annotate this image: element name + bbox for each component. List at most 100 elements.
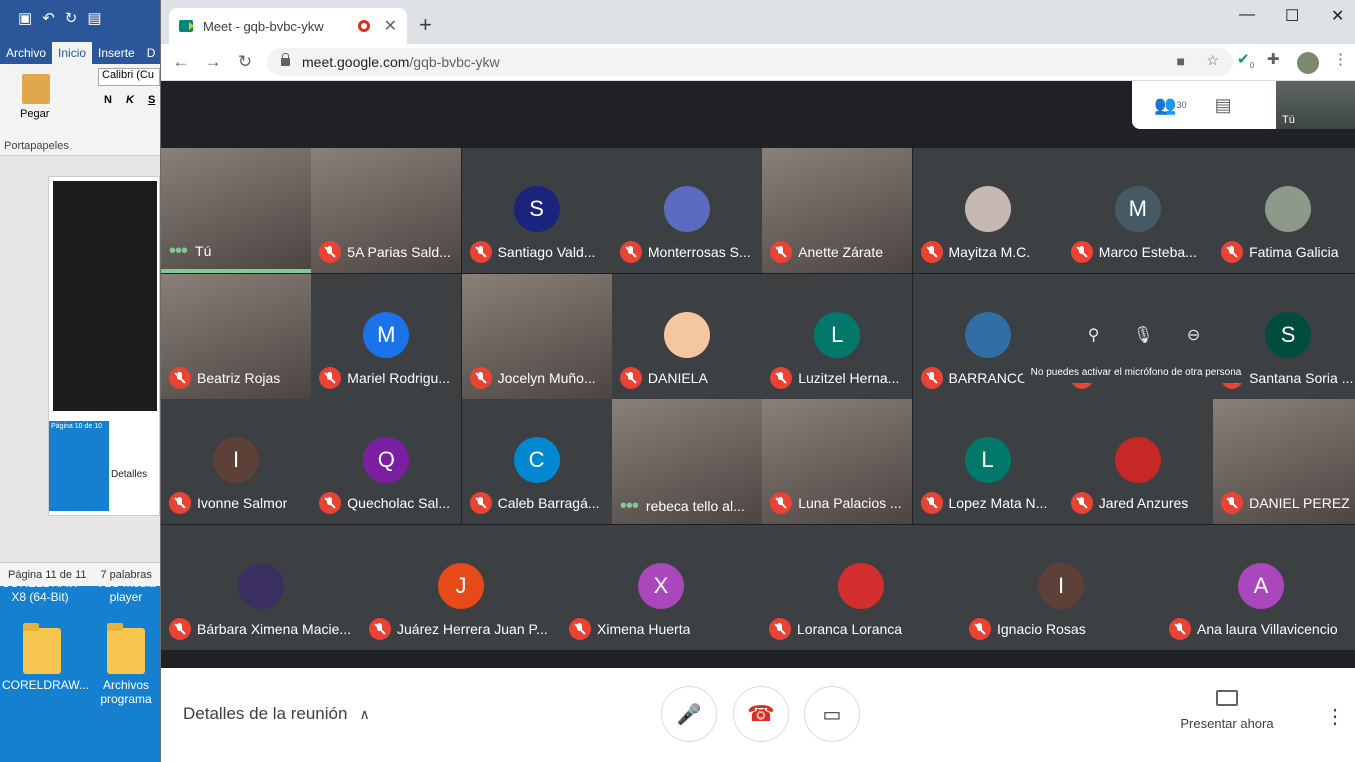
participant-tile[interactable]: I Ivonne Salmor xyxy=(161,399,311,524)
tab-insertar[interactable]: Inserte xyxy=(92,42,141,64)
people-button[interactable]: 👥 30 xyxy=(1154,95,1187,116)
reload-icon[interactable]: ↻ xyxy=(233,52,257,72)
participant-avatar: C xyxy=(513,437,560,483)
participant-name-tag: Fatima Galicia xyxy=(1221,241,1355,263)
participant-name-tag: ••• Tú xyxy=(169,243,303,259)
self-view-thumbnail[interactable]: Tú xyxy=(1276,81,1355,129)
pin-icon[interactable]: ⚲ xyxy=(1088,325,1100,345)
paste-icon[interactable] xyxy=(22,74,50,104)
undo-icon[interactable]: ↶ xyxy=(42,9,55,27)
tab-title: Meet - gqb-bvbc-ykw xyxy=(203,18,324,34)
desktop-icon-coreldraw[interactable]: CORELDRAW... xyxy=(2,623,89,692)
tab-archivo[interactable]: Archivo xyxy=(0,42,52,64)
clipboard-icon[interactable]: ▤ xyxy=(87,9,101,27)
camera-indicator-icon[interactable]: ■ xyxy=(1177,53,1185,69)
address-bar[interactable]: meet.google.com/gqb-bvbc-ykw ■ ☆ xyxy=(267,48,1233,76)
document-page[interactable]: Página 10 de 10 Detalles xyxy=(48,176,160,516)
participant-name-tag: Mariel Rodrigu... xyxy=(319,366,453,389)
participant-avatar: L xyxy=(964,437,1011,483)
participant-tile[interactable]: Mayitza M.C. xyxy=(912,148,1063,273)
microphone-button[interactable]: 🎤 xyxy=(661,686,717,742)
desktop-icon-label: Archivos programa xyxy=(100,678,152,706)
new-tab-button[interactable]: + xyxy=(419,12,432,38)
back-icon[interactable]: ← xyxy=(169,52,193,72)
participant-name-tag: Ignacio Rosas xyxy=(969,617,1153,640)
participant-tile[interactable]: Luna Palacios ... xyxy=(762,399,913,524)
participant-name-tag: Loranca Loranca xyxy=(769,617,953,640)
bold-button[interactable]: N xyxy=(104,94,112,106)
camera-button[interactable]: ▭ xyxy=(804,686,860,742)
font-name-field[interactable]: Calibri (Cu xyxy=(98,68,160,86)
participant-tile[interactable]: Beatriz Rojas xyxy=(161,273,311,399)
muted-mic-icon xyxy=(1070,492,1093,514)
muted-mic-icon xyxy=(770,241,793,263)
participant-name: Jocelyn Muño... xyxy=(497,369,596,386)
participant-tile[interactable]: L Luzitzel Herna... xyxy=(762,273,913,399)
italic-button[interactable]: K xyxy=(126,94,134,106)
minimize-button[interactable]: — xyxy=(1239,6,1255,24)
participant-tile[interactable]: DANIEL PEREZ xyxy=(1213,399,1355,524)
participant-tile[interactable]: Bárbara Ximena Macie... xyxy=(161,524,361,650)
participant-tile[interactable]: M Marco Esteba... xyxy=(1062,148,1213,273)
participant-avatar: L xyxy=(814,311,861,358)
participant-tile[interactable]: DANIELA xyxy=(611,273,762,399)
meeting-details-label: Detalles de la reunión xyxy=(183,704,348,723)
muted-mic-icon xyxy=(969,617,991,640)
participant-tile[interactable]: Jared Anzures xyxy=(1062,399,1213,524)
clipboard-group-label: Portapapeles xyxy=(4,140,69,152)
participant-tile[interactable]: J Juárez Herrera Juan P... xyxy=(361,524,561,650)
chat-icon[interactable]: ▤ xyxy=(1215,95,1232,116)
participant-tile[interactable]: L Lopez Mata N... xyxy=(912,399,1063,524)
participant-tile[interactable]: Jocelyn Muño... xyxy=(461,273,612,399)
participant-tile[interactable]: X Ximena Huerta xyxy=(561,524,761,650)
lock-icon[interactable] xyxy=(281,53,290,66)
muted-mic-icon xyxy=(469,366,492,389)
participant-name-tag: Jocelyn Muño... xyxy=(469,366,604,389)
inner-details-label: Detalles xyxy=(111,469,148,480)
tab-diseno[interactable]: D xyxy=(141,42,162,64)
participant-avatar: S xyxy=(513,186,560,232)
participant-tile[interactable]: Loranca Loranca xyxy=(761,524,961,650)
participant-tile[interactable]: ••• rebeca tello al... xyxy=(611,399,762,524)
mic-off-icon[interactable]: 🎙 xyxy=(1133,325,1153,345)
browser-tab-meet[interactable]: Meet - gqb-bvbc-ykw ✕ xyxy=(169,8,407,44)
desktop-icon-archivos[interactable]: Archivos programa xyxy=(86,623,166,706)
extension-shield-icon[interactable]: ✔0 xyxy=(1237,50,1254,70)
browser-menu-icon[interactable]: ⋮ xyxy=(1333,50,1348,68)
participant-tile[interactable]: M Mariel Rodrigu... xyxy=(311,273,462,399)
more-options-icon[interactable]: ⋮ xyxy=(1325,704,1345,729)
participant-name: Luzitzel Herna... xyxy=(798,369,900,386)
paste-button[interactable]: Pegar xyxy=(20,108,49,120)
bookmark-star-icon[interactable]: ☆ xyxy=(1206,52,1219,69)
participant-avatar xyxy=(663,311,710,358)
save-icon[interactable]: ▣ xyxy=(18,9,32,27)
hang-up-button[interactable]: ☎ xyxy=(733,686,789,742)
participant-tile[interactable]: I Ignacio Rosas xyxy=(961,524,1161,650)
maximize-button[interactable]: ☐ xyxy=(1285,6,1299,26)
participant-tile[interactable]: A Ana laura Villavicencio xyxy=(1161,524,1355,650)
close-window-button[interactable]: ✕ xyxy=(1331,6,1344,26)
participant-tile[interactable]: 5A Parias Sald... xyxy=(311,148,462,273)
participant-tile[interactable]: Anette Zárate xyxy=(762,148,913,273)
profile-avatar[interactable] xyxy=(1297,52,1319,74)
forward-icon[interactable]: → xyxy=(201,52,225,72)
tab-strip: Meet - gqb-bvbc-ykw ✕ + — ☐ ✕ xyxy=(161,0,1355,44)
meeting-details-button[interactable]: Detalles de la reunión ∧ xyxy=(183,704,370,724)
participant-tile[interactable]: Fatima Galicia xyxy=(1213,148,1355,273)
participant-name-tag: DANIEL PEREZ xyxy=(1221,492,1355,514)
participant-tile[interactable]: ••• Tú xyxy=(161,148,311,273)
chrome-window: Meet - gqb-bvbc-ykw ✕ + — ☐ ✕ ← → ↻ meet… xyxy=(160,0,1355,762)
muted-mic-icon xyxy=(619,366,642,389)
close-tab-icon[interactable]: ✕ xyxy=(384,16,397,36)
remove-icon[interactable]: ⊖ xyxy=(1187,325,1200,345)
participant-tile[interactable]: Monterrosas S... xyxy=(611,148,762,273)
present-now-button[interactable]: Presentar ahora xyxy=(1177,690,1277,731)
participant-tile[interactable]: S Santiago Vald... xyxy=(461,148,612,273)
underline-button[interactable]: S xyxy=(148,94,155,106)
participant-tile[interactable]: C Caleb Barragá... xyxy=(461,399,612,524)
participant-tile[interactable]: Q Quecholac Sal... xyxy=(311,399,462,524)
participant-name: Santana Soria ... xyxy=(1249,369,1354,386)
extensions-puzzle-icon[interactable]: ✚ xyxy=(1267,50,1280,68)
tab-inicio[interactable]: Inicio xyxy=(52,42,93,64)
redo-icon[interactable]: ↻ xyxy=(65,9,78,27)
